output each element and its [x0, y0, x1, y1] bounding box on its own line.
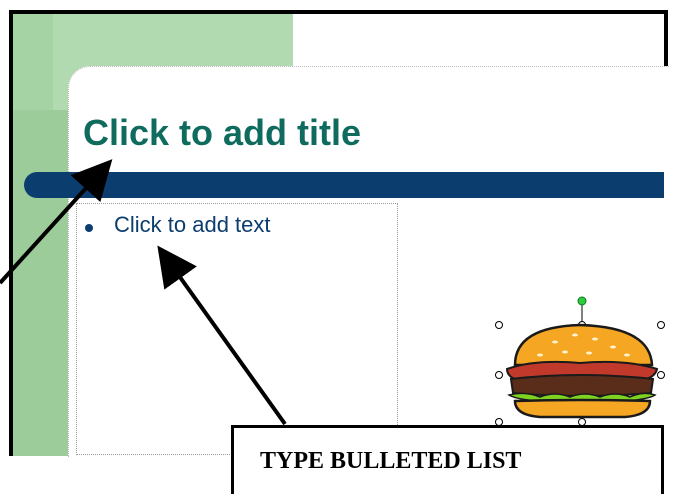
resize-handle-tr [657, 321, 665, 329]
callout-box: TYPE BULLETED LIST [231, 425, 664, 494]
resize-handle-left [495, 371, 503, 379]
body-placeholder-box[interactable] [76, 203, 398, 455]
rotate-handle [577, 296, 587, 306]
title-placeholder[interactable]: Click to add title [83, 112, 361, 154]
resize-handle-right [657, 371, 665, 379]
hamburger-icon[interactable] [485, 287, 665, 427]
bullet-dot [85, 224, 93, 232]
body-placeholder-text[interactable]: Click to add text [114, 212, 271, 238]
callout-label: TYPE BULLETED LIST [260, 448, 522, 474]
resize-handle-tl [495, 321, 503, 329]
accent-bar [24, 172, 664, 198]
